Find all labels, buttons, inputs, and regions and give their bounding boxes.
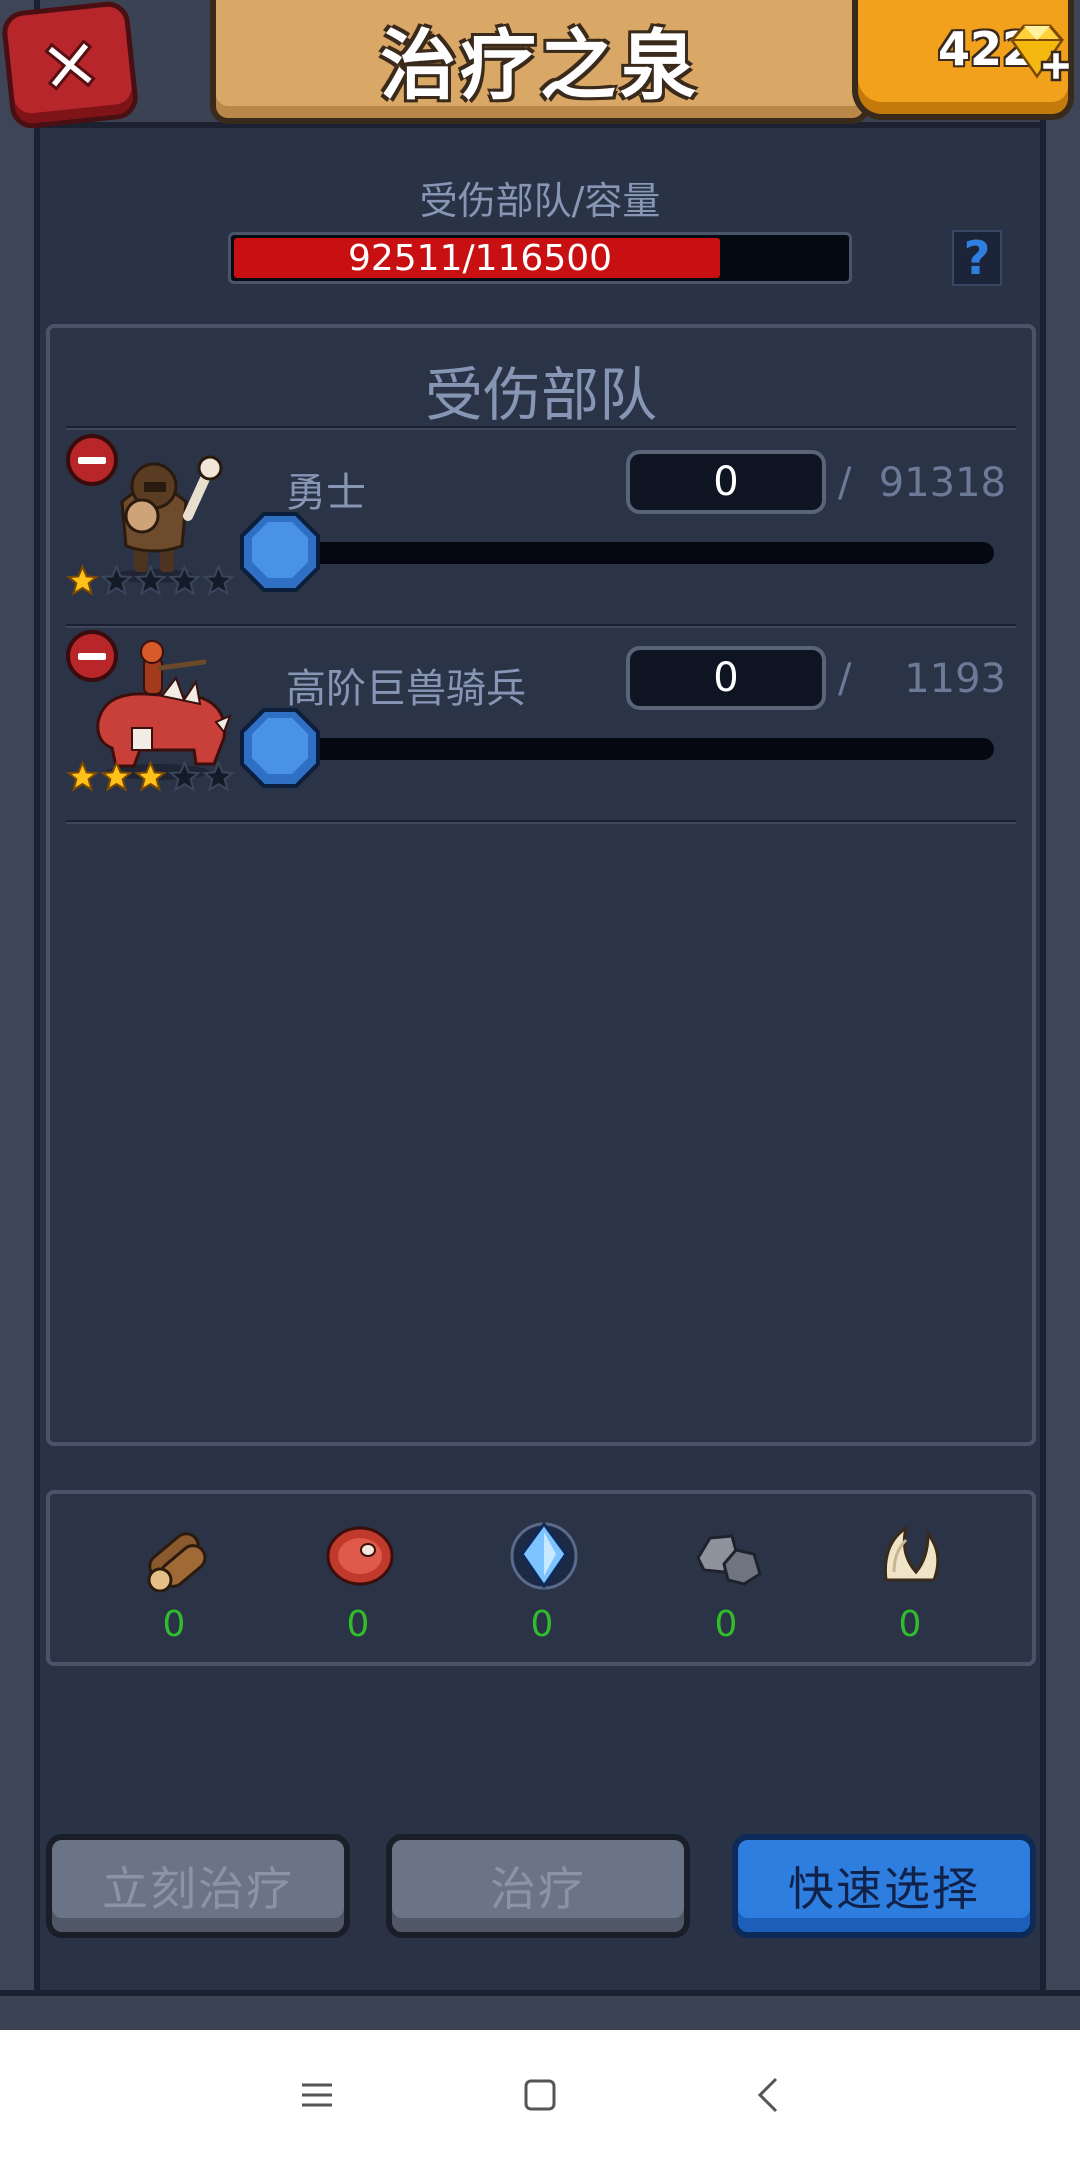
remove-button[interactable]: [66, 434, 118, 486]
stone-icon: [696, 1534, 762, 1586]
star-icon: [100, 564, 133, 596]
divider: [66, 426, 1016, 430]
star-icon: [134, 760, 167, 792]
resource-cost-panel: 0 0 0 0 0: [46, 1490, 1036, 1666]
panel-title: 受伤部队: [424, 361, 657, 429]
home-icon[interactable]: [515, 2070, 565, 2120]
stone-frame-right: [1040, 0, 1080, 2030]
heal-button[interactable]: 治疗: [386, 1834, 690, 1938]
resource-value: 0: [346, 1604, 370, 1645]
slider-handle[interactable]: [238, 706, 322, 790]
tusk-icon: [883, 1524, 940, 1582]
resource-value: 0: [714, 1604, 738, 1645]
close-button[interactable]: [0, 0, 140, 131]
crystal-icon: [510, 1521, 578, 1590]
title-banner: 治疗之泉: [210, 0, 870, 124]
resource-item: 0: [482, 1514, 602, 1650]
troop-slider[interactable]: [276, 738, 994, 760]
resource-item: 0: [114, 1514, 234, 1650]
star-icon: [202, 760, 235, 792]
resource-value: 0: [898, 1604, 922, 1645]
capacity-value: 92511/116500: [347, 237, 613, 279]
page-title: 治疗之泉: [380, 21, 700, 110]
troop-row: 高阶巨兽骑兵 0 / 1193: [66, 630, 1022, 826]
separator: /: [838, 656, 852, 702]
star-icon: [66, 760, 99, 792]
star-icon: [100, 760, 133, 792]
capacity-bar: 92511/116500: [228, 232, 852, 284]
star-icon: [134, 564, 167, 596]
troop-row: 勇士 0 / 91318: [66, 434, 1022, 630]
close-icon: [44, 39, 96, 91]
divider: [66, 624, 1016, 628]
meat-icon: [326, 1526, 394, 1586]
stone-frame-left: [0, 0, 40, 2030]
help-button[interactable]: ?: [952, 230, 1002, 286]
capacity-label: 受伤部队/容量: [419, 179, 661, 223]
resource-value: 0: [162, 1604, 186, 1645]
troop-max-count: 1193: [904, 656, 1006, 702]
minus-icon: [78, 456, 106, 464]
menu-icon[interactable]: [292, 2070, 342, 2120]
back-icon[interactable]: [744, 2070, 794, 2120]
remove-button[interactable]: [66, 630, 118, 682]
troop-max-count: 91318: [878, 460, 1006, 506]
resource-item: 0: [850, 1514, 970, 1650]
star-rating: [66, 760, 236, 794]
resource-item: 0: [666, 1514, 786, 1650]
star-icon: [202, 564, 235, 596]
troop-slider[interactable]: [276, 542, 994, 564]
resource-item: 0: [298, 1514, 418, 1650]
star-icon: [168, 760, 201, 792]
troop-name: 高阶巨兽骑兵: [286, 666, 526, 712]
minus-icon: [78, 652, 106, 660]
star-icon: [168, 564, 201, 596]
heal-now-button[interactable]: 立刻治疗: [46, 1834, 350, 1938]
injured-troops-panel: 受伤部队 勇士 0 / 91318 高阶巨兽骑兵 0 / 1193: [46, 324, 1036, 1446]
troop-count-input[interactable]: 0: [626, 646, 826, 710]
game-screen: 治疗之泉 422 受伤部队/容量 92511/116500 ? 受伤部队 勇士 …: [0, 0, 1080, 2030]
system-nav-bar: [0, 2030, 1080, 2160]
separator: /: [838, 460, 852, 506]
slider-handle[interactable]: [238, 510, 322, 594]
plus-icon: [1040, 50, 1072, 82]
resource-value: 0: [530, 1604, 554, 1645]
star-icon: [66, 564, 99, 596]
wood-icon: [147, 1532, 207, 1593]
divider: [66, 820, 1016, 824]
quick-select-button[interactable]: 快速选择: [732, 1834, 1036, 1938]
gem-counter-button[interactable]: 422: [852, 0, 1074, 120]
stone-frame-bottom: [0, 1990, 1080, 2030]
troop-count-input[interactable]: 0: [626, 450, 826, 514]
star-rating: [66, 564, 236, 598]
